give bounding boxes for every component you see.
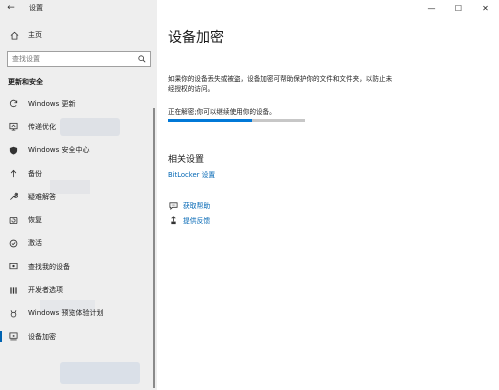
sidebar-item-windows-insider[interactable]: Windows 预览体验计划 — [0, 302, 157, 325]
sidebar-item-label: Windows 预览体验计划 — [28, 309, 104, 318]
back-arrow-icon: ← — [7, 3, 15, 13]
shield-icon — [7, 146, 19, 155]
sync-icon — [7, 99, 19, 108]
wrench-icon — [7, 192, 19, 201]
activation-icon — [7, 239, 19, 248]
delivery-optimization-icon — [7, 122, 19, 131]
backup-icon — [7, 169, 19, 178]
home-icon — [8, 31, 20, 40]
progress-fill — [168, 119, 252, 122]
minimize-icon: — — [427, 3, 436, 13]
related-settings-title: 相关设置 — [168, 155, 205, 165]
window-controls: — ☐ ✕ — [418, 0, 499, 16]
sidebar-item-device-encryption[interactable]: 设备加密 — [0, 325, 157, 348]
minimize-button[interactable]: — — [418, 0, 445, 16]
sidebar-item-find-my-device[interactable]: 查找我的设备 — [0, 255, 157, 278]
back-button[interactable]: ← — [3, 0, 19, 16]
sidebar-item-troubleshoot[interactable]: 疑难解答 — [0, 185, 157, 208]
sidebar-item-backup[interactable]: 备份 — [0, 162, 157, 185]
sidebar-item-recovery[interactable]: 恢复 — [0, 208, 157, 231]
search-box[interactable] — [7, 51, 151, 67]
sidebar-item-label: 开发者选项 — [28, 286, 63, 295]
sidebar-item-label: 恢复 — [28, 216, 42, 225]
maximize-icon: ☐ — [454, 3, 463, 13]
sidebar-nav: Windows 更新 传递优化 Windows 安全中心 备份 疑难解答 恢复 … — [0, 92, 157, 348]
chat-bubble-icon — [168, 201, 178, 210]
bitlocker-settings-link[interactable]: BitLocker 设置 — [168, 169, 215, 179]
sidebar-scrollbar[interactable] — [153, 108, 155, 388]
sidebar-item-label: Windows 安全中心 — [28, 146, 90, 155]
decryption-status: 正在解密;你可以继续使用你的设备。 — [168, 108, 276, 116]
sidebar-item-label: 疑难解答 — [28, 192, 56, 201]
background-blur — [60, 362, 140, 384]
sidebar-item-label: 传递优化 — [28, 122, 56, 131]
give-feedback-link[interactable]: 提供反馈 — [168, 214, 210, 226]
encryption-description: 如果你的设备丢失或被盗，设备加密可帮助保护你的文件和文件夹，以防止未经授权的访问… — [168, 75, 393, 93]
home-nav-item[interactable]: 主页 — [0, 28, 157, 42]
find-device-icon — [7, 262, 19, 271]
section-title: 更新和安全 — [8, 78, 43, 86]
insider-icon — [7, 309, 19, 318]
sidebar: ← 设置 主页 更新和安全 Windows 更新 传递优化 — [0, 0, 157, 390]
get-help-link[interactable]: 获取帮助 — [168, 199, 210, 211]
feedback-icon — [168, 215, 178, 225]
sidebar-item-developer-options[interactable]: 开发者选项 — [0, 278, 157, 301]
sidebar-item-delivery-optimization[interactable]: 传递优化 — [0, 115, 157, 138]
developer-icon — [7, 286, 19, 295]
close-button[interactable]: ✕ — [472, 0, 499, 16]
search-icon[interactable] — [138, 55, 146, 63]
page-title: 设备加密 — [168, 30, 224, 46]
sidebar-item-label: Windows 更新 — [28, 99, 76, 108]
recovery-icon — [7, 216, 19, 225]
encryption-icon — [7, 332, 19, 341]
title-bar: ← 设置 — [0, 0, 157, 16]
sidebar-item-label: 查找我的设备 — [28, 262, 70, 271]
sidebar-item-label: 设备加密 — [28, 332, 56, 341]
sidebar-item-windows-update[interactable]: Windows 更新 — [0, 92, 157, 115]
sidebar-item-label: 备份 — [28, 169, 42, 178]
search-input[interactable] — [12, 55, 132, 63]
get-help-label: 获取帮助 — [183, 202, 211, 210]
decryption-progress-bar — [168, 119, 305, 122]
close-icon: ✕ — [482, 3, 489, 13]
maximize-button[interactable]: ☐ — [445, 0, 472, 16]
selection-indicator — [0, 330, 2, 342]
give-feedback-label: 提供反馈 — [183, 217, 211, 225]
home-label: 主页 — [28, 31, 42, 39]
sidebar-item-activation[interactable]: 激活 — [0, 232, 157, 255]
sidebar-item-windows-security[interactable]: Windows 安全中心 — [0, 139, 157, 162]
sidebar-item-label: 激活 — [28, 239, 42, 248]
app-title: 设置 — [29, 4, 43, 12]
